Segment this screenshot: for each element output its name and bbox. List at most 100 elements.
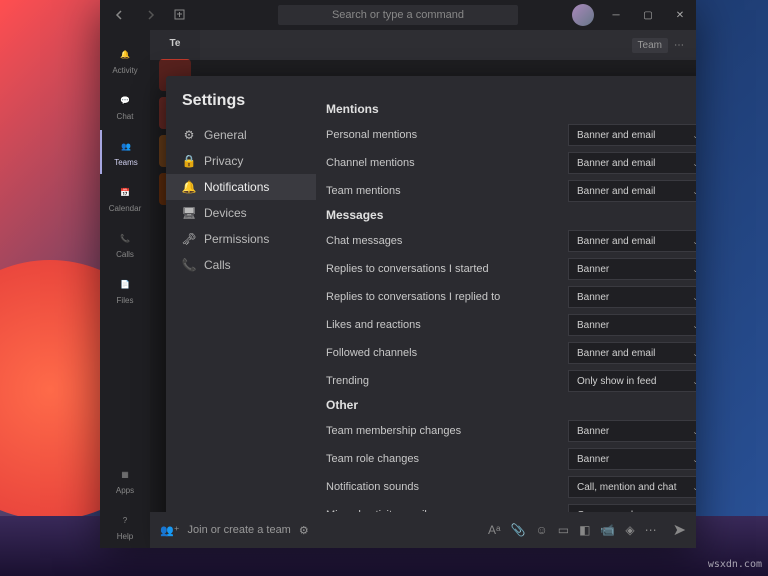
rail-help[interactable]: ?Help (100, 504, 150, 548)
join-team-icon[interactable]: 👥⁺ (160, 524, 180, 537)
stream-icon[interactable]: ◈ (625, 523, 634, 537)
row-chat-messages: Chat messagesBanner and email⌄ (326, 230, 696, 252)
key-icon: 🗝 (182, 232, 196, 246)
window-controls: ─ ▢ ✕ (572, 0, 696, 30)
nav-notifications[interactable]: 🔔Notifications (166, 174, 316, 200)
help-icon: ? (116, 512, 134, 530)
chevron-down-icon: ⌄ (692, 427, 696, 436)
phone-icon: 📞 (116, 230, 134, 248)
forward-button[interactable] (138, 3, 162, 27)
bell-icon: 🔔 (116, 46, 134, 64)
teams-header: Te (170, 38, 181, 49)
bell-icon: 🔔 (182, 180, 196, 194)
team-chip[interactable]: Team (632, 38, 668, 53)
chevron-down-icon: ⌄ (692, 131, 696, 140)
nav-general[interactable]: ⚙General (166, 122, 316, 148)
chevron-down-icon: ⌄ (692, 483, 696, 492)
close-button[interactable]: ✕ (664, 0, 696, 30)
app-body: 🔔Activity 💬Chat 👥Teams 📅Calendar 📞Calls … (100, 30, 696, 548)
nav-devices[interactable]: 🖥Devices (166, 200, 316, 226)
rail-chat[interactable]: 💬Chat (100, 84, 150, 128)
rail-apps[interactable]: ▦Apps (100, 458, 150, 502)
phone-icon: 📞 (182, 258, 196, 272)
dropdown-chat-messages[interactable]: Banner and email⌄ (568, 230, 696, 252)
row-role: Team role changesBanner⌄ (326, 448, 696, 470)
sticker-icon[interactable]: ◧ (579, 523, 590, 537)
dropdown-personal-mentions[interactable]: Banner and email⌄ (568, 124, 696, 146)
compose-bar: 👥⁺ Join or create a team ⚙ Aᵃ 📎 ☺ ▭ ◧ 📹 … (150, 512, 696, 548)
row-personal-mentions: Personal mentionsBanner and email⌄ (326, 124, 696, 146)
teams-icon: 👥 (117, 138, 135, 156)
section-mentions: Mentions (326, 102, 696, 116)
search-input[interactable]: Search or type a command (278, 5, 518, 25)
attach-icon[interactable]: 📎 (511, 523, 526, 537)
more-icon[interactable]: ⋯ (674, 40, 684, 51)
app-rail: 🔔Activity 💬Chat 👥Teams 📅Calendar 📞Calls … (100, 30, 150, 548)
row-trending: TrendingOnly show in feed⌄ (326, 370, 696, 392)
gear-icon[interactable]: ⚙ (299, 524, 309, 537)
format-icon[interactable]: Aᵃ (488, 523, 500, 537)
back-button[interactable] (108, 3, 132, 27)
dropdown-team-mentions[interactable]: Banner and email⌄ (568, 180, 696, 202)
chat-icon: 💬 (116, 92, 134, 110)
titlebar: Search or type a command ─ ▢ ✕ (100, 0, 696, 30)
dropdown-likes[interactable]: Banner⌄ (568, 314, 696, 336)
chevron-down-icon: ⌄ (692, 377, 696, 386)
chevron-down-icon: ⌄ (692, 159, 696, 168)
nav-permissions[interactable]: 🗝Permissions (166, 226, 316, 252)
row-followed: Followed channelsBanner and email⌄ (326, 342, 696, 364)
titlebar-nav (100, 3, 200, 27)
meet-icon[interactable]: 📹 (600, 523, 615, 537)
lock-icon: 🔒 (182, 154, 196, 168)
dropdown-replies-started[interactable]: Banner⌄ (568, 258, 696, 280)
chevron-down-icon: ⌄ (692, 321, 696, 330)
dropdown-followed[interactable]: Banner and email⌄ (568, 342, 696, 364)
top-breadcrumb: Team ⋯ (632, 38, 684, 53)
compose-left: 👥⁺ Join or create a team ⚙ (160, 524, 309, 537)
apps-icon: ▦ (116, 466, 134, 484)
chevron-down-icon: ⌄ (692, 349, 696, 358)
dropdown-trending[interactable]: Only show in feed⌄ (568, 370, 696, 392)
nav-privacy[interactable]: 🔒Privacy (166, 148, 316, 174)
rail-calls[interactable]: 📞Calls (100, 222, 150, 266)
chevron-down-icon: ⌄ (692, 293, 696, 302)
rail-activity[interactable]: 🔔Activity (100, 38, 150, 82)
rail-teams[interactable]: 👥Teams (100, 130, 150, 174)
file-icon: 📄 (116, 276, 134, 294)
calendar-icon: 📅 (116, 184, 134, 202)
settings-nav: Settings ⚙General 🔒Privacy 🔔Notification… (166, 76, 316, 540)
teams-app-window: Search or type a command ─ ▢ ✕ 🔔Activity… (100, 0, 696, 548)
more-icon[interactable]: ⋯ (645, 523, 657, 537)
settings-dialog: ✕ Settings ⚙General 🔒Privacy 🔔Notificati… (166, 76, 696, 540)
settings-content: Mentions Personal mentionsBanner and ema… (316, 76, 696, 540)
gear-icon: ⚙ (182, 128, 196, 142)
search-placeholder: Search or type a command (332, 9, 464, 21)
dropdown-sounds[interactable]: Call, mention and chat⌄ (568, 476, 696, 498)
profile-avatar[interactable] (572, 4, 594, 26)
row-team-mentions: Team mentionsBanner and email⌄ (326, 180, 696, 202)
chevron-down-icon: ⌄ (692, 265, 696, 274)
dropdown-channel-mentions[interactable]: Banner and email⌄ (568, 152, 696, 174)
compose-toolbar: Aᵃ 📎 ☺ ▭ ◧ 📹 ◈ ⋯ (488, 523, 657, 537)
section-messages: Messages (326, 208, 696, 222)
nav-calls[interactable]: 📞Calls (166, 252, 316, 278)
emoji-icon[interactable]: ☺ (535, 523, 547, 537)
maximize-button[interactable]: ▢ (632, 0, 664, 30)
new-chat-button[interactable] (168, 3, 192, 27)
row-sounds: Notification soundsCall, mention and cha… (326, 476, 696, 498)
join-team-label[interactable]: Join or create a team (188, 524, 291, 536)
rail-files[interactable]: 📄Files (100, 268, 150, 312)
chevron-down-icon: ⌄ (692, 455, 696, 464)
rail-calendar[interactable]: 📅Calendar (100, 176, 150, 220)
chevron-down-icon: ⌄ (692, 187, 696, 196)
dropdown-membership[interactable]: Banner⌄ (568, 420, 696, 442)
row-likes: Likes and reactionsBanner⌄ (326, 314, 696, 336)
send-button[interactable]: ➤ (673, 520, 686, 540)
gif-icon[interactable]: ▭ (558, 523, 569, 537)
row-membership: Team membership changesBanner⌄ (326, 420, 696, 442)
dropdown-replies-replied[interactable]: Banner⌄ (568, 286, 696, 308)
chevron-down-icon: ⌄ (692, 237, 696, 246)
dropdown-role[interactable]: Banner⌄ (568, 448, 696, 470)
minimize-button[interactable]: ─ (600, 0, 632, 30)
row-channel-mentions: Channel mentionsBanner and email⌄ (326, 152, 696, 174)
